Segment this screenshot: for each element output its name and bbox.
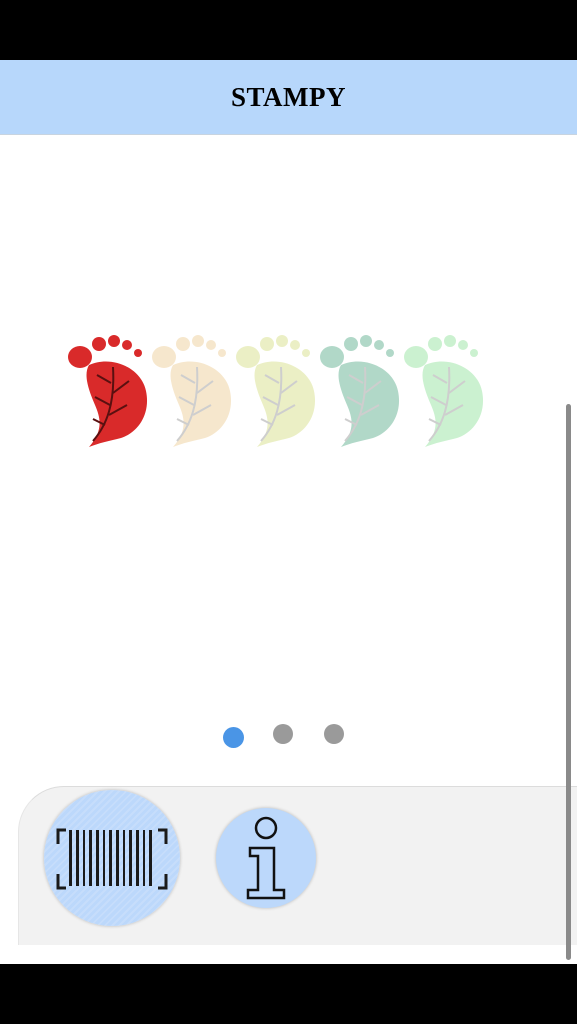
stamp-5-foot-icon (404, 335, 484, 447)
info-button[interactable] (216, 808, 316, 908)
stamp-shape (152, 335, 232, 447)
info-icon (246, 816, 286, 900)
page-indicator (0, 722, 577, 752)
scrollbar[interactable] (566, 404, 571, 960)
page-dot-3[interactable] (324, 724, 344, 744)
stamp-1-foot-icon (68, 335, 148, 447)
page-dot-1[interactable] (223, 727, 244, 748)
system-nav-bar (0, 964, 577, 1024)
stamp-4-foot-icon (320, 335, 400, 447)
stamp-shape (236, 335, 316, 447)
page-dot-2[interactable] (273, 724, 293, 744)
scan-button[interactable] (44, 790, 180, 926)
status-bar (0, 0, 577, 60)
stamp-shape (320, 335, 400, 447)
stamp-3-foot-icon (236, 335, 316, 447)
stamp-2-foot-icon (152, 335, 232, 447)
barcode-scan-icon (56, 828, 168, 890)
page-title: STAMPY (231, 81, 346, 112)
stamp-shape (68, 335, 148, 447)
stamp-shape (404, 335, 484, 447)
stamp-card (63, 333, 493, 451)
app-header: STAMPY (0, 60, 577, 135)
